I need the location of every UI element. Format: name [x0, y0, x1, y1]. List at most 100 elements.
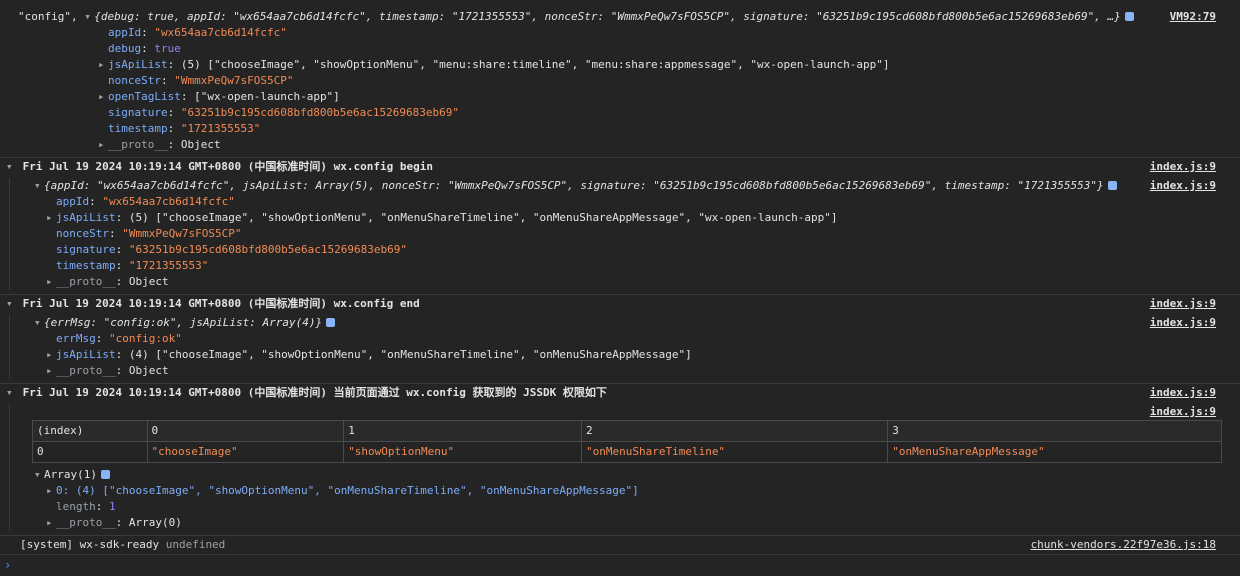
system-tag: [system] wx-sdk-ready — [20, 538, 160, 551]
source-link[interactable]: chunk-vendors.22f97e36.js:18 — [1031, 536, 1216, 554]
begin-props: appId: "wx654aa7cb6d14fcfc" ▸ jsApiList: (… — [10, 194, 1240, 290]
prop-row[interactable]: ▸ __proto__: Object — [46, 274, 1240, 290]
source-link[interactable]: VM92:79 — [1170, 9, 1216, 25]
collapse-arrow-icon[interactable]: ▾ — [6, 384, 16, 402]
table-header-cell[interactable]: 1 — [343, 420, 582, 442]
log-group-begin[interactable]: ▾ Fri Jul 19 2024 10:19:14 GMT+0800 (中国标… — [0, 158, 1240, 176]
info-icon[interactable] — [100, 470, 110, 479]
proto-row[interactable]: ▸ __proto__: Array(0) — [10, 515, 1240, 531]
prop-value: "63251b9c195cd608bfd800b5e6ac15269683eb6… — [128, 243, 408, 256]
prop-row[interactable]: ▸ openTagList: ["wx-open-launch-app"] — [98, 89, 1240, 105]
info-icon[interactable] — [326, 318, 336, 327]
prop-row: nonceStr: "WmmxPeQw7sFOS5CP" — [108, 74, 294, 87]
prop-row: timestamp: "1721355553" — [56, 259, 209, 272]
info-icon[interactable] — [1124, 12, 1134, 21]
prop-key: openTagList — [108, 90, 181, 103]
prop-value: "1721355553" — [128, 259, 209, 272]
source-link[interactable]: index.js:9 — [1150, 178, 1216, 194]
info-icon[interactable] — [1107, 181, 1117, 190]
prop-row[interactable]: ▸ __proto__: Object — [98, 137, 1240, 153]
array-item-row[interactable]: ▸ 0: (4) ["chooseImage", "showOptionMenu"… — [10, 483, 1240, 499]
prop-key: jsApiList — [56, 348, 116, 361]
object-summary-row[interactable]: ▾ {errMsg: "config:ok", jsApiList: Array(… — [10, 315, 1240, 331]
console-prompt[interactable]: › — [0, 555, 1240, 575]
prop-row[interactable]: ▸ __proto__: Object — [46, 363, 1240, 379]
prop-value: Object — [128, 364, 169, 377]
log-group-permissions[interactable]: ▾ Fri Jul 19 2024 10:19:14 GMT+0800 (中国标… — [0, 384, 1240, 402]
collapse-arrow-icon[interactable]: ▾ — [34, 467, 44, 483]
table-header-cell[interactable]: 3 — [887, 420, 1222, 442]
array-label[interactable]: Array(1) — [44, 468, 97, 481]
expand-arrow-icon[interactable]: ▾ — [34, 178, 44, 194]
system-value: undefined — [165, 538, 226, 551]
prop-row[interactable]: ▸ jsApiList: (5) ["chooseImage", "showOpt… — [98, 57, 1240, 73]
prop-row[interactable]: ▸ jsApiList: (5) ["chooseImage", "showOpt… — [46, 210, 1240, 226]
expand-arrow-icon[interactable]: ▸ — [98, 57, 108, 73]
prop-row: signature: "63251b9c195cd608bfd800b5e6ac… — [108, 106, 460, 119]
log-system-ready: [system] wx-sdk-ready undefined chunk-ve… — [0, 536, 1240, 554]
table-header-row[interactable]: (index) 0 1 2 3 — [32, 420, 1222, 442]
prop-row[interactable]: ▸ jsApiList: (4) ["chooseImage", "showOpt… — [46, 347, 1240, 363]
prop-row: debug: true — [108, 42, 181, 55]
expand-arrow-icon[interactable]: ▸ — [46, 363, 56, 379]
prop-key: __proto__ — [56, 364, 116, 377]
proto-value: Array(0) — [128, 516, 182, 529]
expand-arrow-icon[interactable]: ▸ — [46, 347, 56, 363]
object-summary[interactable]: {debug: true, appId: "wx654aa7cb6d14fcfc… — [94, 10, 1121, 23]
source-link[interactable]: index.js:9 — [1150, 315, 1216, 331]
expand-arrow-icon[interactable]: ▸ — [98, 89, 108, 105]
log-config-summary[interactable]: "config", ▾ {debug: true, appId: "wx654aa… — [0, 9, 1240, 25]
object-summary[interactable]: {errMsg: "config:ok", jsApiList: Array(4… — [44, 316, 322, 329]
console-table: (index) 0 1 2 3 0 "chooseImage" "showOptionMen… — [32, 420, 1222, 463]
expand-arrow-icon[interactable]: ▸ — [46, 483, 56, 499]
source-link[interactable]: index.js:9 — [1150, 404, 1216, 420]
prop-key: errMsg — [56, 332, 96, 345]
prop-value: "63251b9c195cd608bfd800b5e6ac15269683eb6… — [180, 106, 460, 119]
expand-arrow-icon[interactable]: ▸ — [98, 137, 108, 153]
prop-key: jsApiList — [108, 58, 168, 71]
log-group-end[interactable]: ▾ Fri Jul 19 2024 10:19:14 GMT+0800 (中国标… — [0, 295, 1240, 313]
object-summary-row[interactable]: ▾ {appId: "wx654aa7cb6d14fcfc", jsApiList… — [10, 178, 1240, 194]
array-row[interactable]: ▾ Array(1) — [10, 467, 1240, 483]
source-link[interactable]: index.js:9 — [1150, 295, 1216, 313]
expand-arrow-icon[interactable]: ▸ — [46, 210, 56, 226]
prop-row: appId: "wx654aa7cb6d14fcfc" — [56, 195, 235, 208]
prop-row: signature: "63251b9c195cd608bfd800b5e6ac… — [56, 243, 408, 256]
collapse-arrow-icon[interactable]: ▾ — [6, 295, 16, 313]
array-item[interactable]: 0: (4) ["chooseImage", "showOptionMenu",… — [56, 484, 639, 497]
source-link[interactable]: index.js:9 — [1150, 384, 1216, 402]
prop-key: nonceStr — [108, 74, 161, 87]
expand-arrow-icon[interactable]: ▸ — [46, 274, 56, 290]
table-cell: "onMenuShareTimeline" — [580, 441, 889, 463]
prop-key: __proto__ — [108, 138, 168, 151]
table-row[interactable]: 0 "chooseImage" "showOptionMenu" "onMenuSha… — [32, 441, 1222, 463]
group-body-end: ▾ {errMsg: "config:ok", jsApiList: Array(… — [9, 315, 1240, 379]
prop-key: jsApiList — [56, 211, 116, 224]
prop-value: (5) ["chooseImage", "showOptionMenu", "o… — [128, 211, 838, 224]
table-header-cell[interactable]: 0 — [146, 420, 345, 442]
group-body-permissions: index.js:9 (index) 0 1 2 3 0 "chooseImage" "sh… — [9, 404, 1240, 531]
expand-arrow-icon[interactable]: ▸ — [46, 515, 56, 531]
table-header-cell[interactable]: 2 — [580, 420, 889, 442]
prop-key: appId — [56, 195, 90, 208]
prop-value: "wx654aa7cb6d14fcfc" — [154, 26, 287, 39]
prop-key: timestamp — [108, 122, 168, 135]
group-header-text: Fri Jul 19 2024 10:19:14 GMT+0800 (中国标准时… — [22, 297, 420, 310]
expand-arrow-icon[interactable]: ▾ — [34, 315, 44, 331]
source-link[interactable]: index.js:9 — [1150, 158, 1216, 176]
table-source-row: index.js:9 — [10, 404, 1240, 420]
table-header-cell[interactable]: (index) — [32, 420, 148, 442]
prompt-chevron-icon: › — [4, 558, 12, 572]
prop-row: appId: "wx654aa7cb6d14fcfc" — [108, 26, 287, 39]
prop-value: (5) ["chooseImage", "showOptionMenu", "m… — [180, 58, 890, 71]
prop-row: errMsg: "config:ok" — [56, 332, 182, 345]
prop-value: ["wx-open-launch-app"] — [194, 90, 340, 103]
group-header-text: Fri Jul 19 2024 10:19:14 GMT+0800 (中国标准时… — [22, 386, 607, 399]
prop-value: "config:ok" — [109, 332, 182, 345]
collapse-arrow-icon[interactable]: ▾ — [6, 158, 16, 176]
length-row: length: 1 — [56, 500, 116, 513]
expand-arrow-icon[interactable]: ▾ — [84, 9, 94, 25]
prop-key: __proto__ — [56, 275, 116, 288]
object-summary[interactable]: {appId: "wx654aa7cb6d14fcfc", jsApiList:… — [44, 179, 1104, 192]
clipped-previous-log — [0, 0, 1240, 2]
